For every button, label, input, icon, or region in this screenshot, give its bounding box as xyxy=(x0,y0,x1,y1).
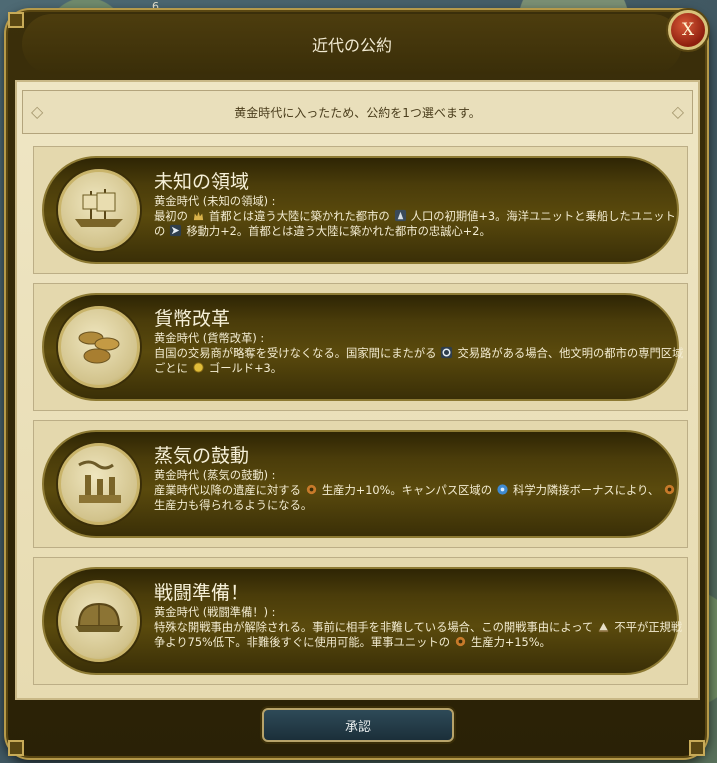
desc-text: 生産力+10%。キャンパス区域の xyxy=(321,484,493,497)
option-card-body[interactable]: 蒸気の鼓動 黄金時代 (蒸気の鼓動) : 産業時代以降の遺産に対する 生産力+10… xyxy=(42,430,679,538)
citizen-icon xyxy=(394,209,406,222)
desc-text: 産業時代以降の遺産に対する xyxy=(154,484,301,497)
option-description: 黄金時代 (戦闘準備！) : 特殊な開戦事由が解除される。事前に相手を非難してい… xyxy=(154,605,684,650)
option-title: 未知の領域 xyxy=(154,171,250,193)
option-title: 貨幣改革 xyxy=(154,308,231,330)
golden-age-label: 黄金時代 (貨幣改革) : xyxy=(154,332,265,345)
science-icon xyxy=(497,484,508,495)
ship-icon xyxy=(58,169,140,251)
dialog-title-bar: 近代の公約 xyxy=(22,14,682,74)
desc-text: 科学力隣接ボーナスにより、 xyxy=(513,484,660,497)
info-banner: 黄金時代に入ったため、公約を1つ選べます。 xyxy=(22,90,693,134)
accept-label: 承認 xyxy=(344,719,371,735)
frame-corner-ornament xyxy=(8,12,24,28)
capital-icon xyxy=(193,211,204,221)
commemoration-option-card[interactable]: 未知の領域 黄金時代 (未知の領域) : 最初の 首都とは違う大陸に築かれた都市の… xyxy=(33,146,688,274)
commemoration-option-card[interactable]: 戦闘準備！ 黄金時代 (戦闘準備！) : 特殊な開戦事由が解除される。事前に相手… xyxy=(33,557,688,685)
close-icon: X xyxy=(681,20,695,40)
close-button[interactable]: X xyxy=(668,10,708,50)
production-icon xyxy=(455,636,466,647)
gold-icon xyxy=(193,362,204,373)
golden-age-label: 黄金時代 (戦闘準備！) : xyxy=(154,606,276,619)
banner-text: 黄金時代に入ったため、公約を1つ選べます。 xyxy=(234,105,481,120)
option-title: 蒸気の鼓動 xyxy=(154,445,250,467)
option-description: 黄金時代 (貨幣改革) : 自国の交易商が略奪を受けなくなる。国家間にまたがる交… xyxy=(154,331,684,376)
helmet-icon xyxy=(58,580,140,662)
option-title: 戦闘準備！ xyxy=(154,582,250,604)
desc-text: 最初の xyxy=(154,210,188,223)
desc-text: 自国の交易商が略奪を受けなくなる。国家間にまたがる xyxy=(154,347,437,360)
option-description: 黄金時代 (未知の領域) : 最初の 首都とは違う大陸に築かれた都市の 人口の初期値… xyxy=(154,194,684,239)
desc-text: 特殊な開戦事由が解除される。事前に相手を非難している場合、この開戦事由によって xyxy=(154,621,594,634)
factory-icon xyxy=(58,443,140,525)
commemoration-option-card[interactable]: 貨幣改革 黄金時代 (貨幣改革) : 自国の交易商が略奪を受けなくなる。国家間に… xyxy=(33,283,688,411)
grievance-icon xyxy=(599,622,609,633)
golden-age-label: 黄金時代 (未知の領域) : xyxy=(154,195,276,208)
golden-age-label: 黄金時代 (蒸気の鼓動) : xyxy=(154,469,276,482)
trade-route-icon xyxy=(441,346,453,359)
option-card-body[interactable]: 貨幣改革 黄金時代 (貨幣改革) : 自国の交易商が略奪を受けなくなる。国家間に… xyxy=(42,293,683,401)
coins-icon xyxy=(58,306,140,388)
desc-text: ゴールド+3。 xyxy=(208,362,283,375)
commemoration-option-card[interactable]: 蒸気の鼓動 黄金時代 (蒸気の鼓動) : 産業時代以降の遺産に対する 生産力+10… xyxy=(33,420,688,548)
desc-text: 首都とは違う大陸に築かれた都市の xyxy=(208,210,390,223)
desc-text: 生産力も得られるようになる。 xyxy=(154,499,313,512)
option-description: 黄金時代 (蒸気の鼓動) : 産業時代以降の遺産に対する 生産力+10%。キャンパ… xyxy=(154,468,684,513)
desc-text: 移動力+2。首都とは違う大陸に築かれた都市の忠誠心+2。 xyxy=(186,225,491,238)
option-card-body[interactable]: 戦闘準備！ 黄金時代 (戦闘準備！) : 特殊な開戦事由が解除される。事前に相手… xyxy=(42,567,682,675)
dialog-title: 近代の公約 xyxy=(311,36,392,55)
movement-icon xyxy=(170,224,182,237)
production-icon xyxy=(306,484,317,495)
desc-text: 生産力+15%。 xyxy=(471,636,551,649)
accept-button[interactable]: 承認 xyxy=(262,708,454,742)
production-icon xyxy=(665,484,675,495)
option-card-body[interactable]: 未知の領域 黄金時代 (未知の領域) : 最初の 首都とは違う大陸に築かれた都市の… xyxy=(42,156,679,264)
